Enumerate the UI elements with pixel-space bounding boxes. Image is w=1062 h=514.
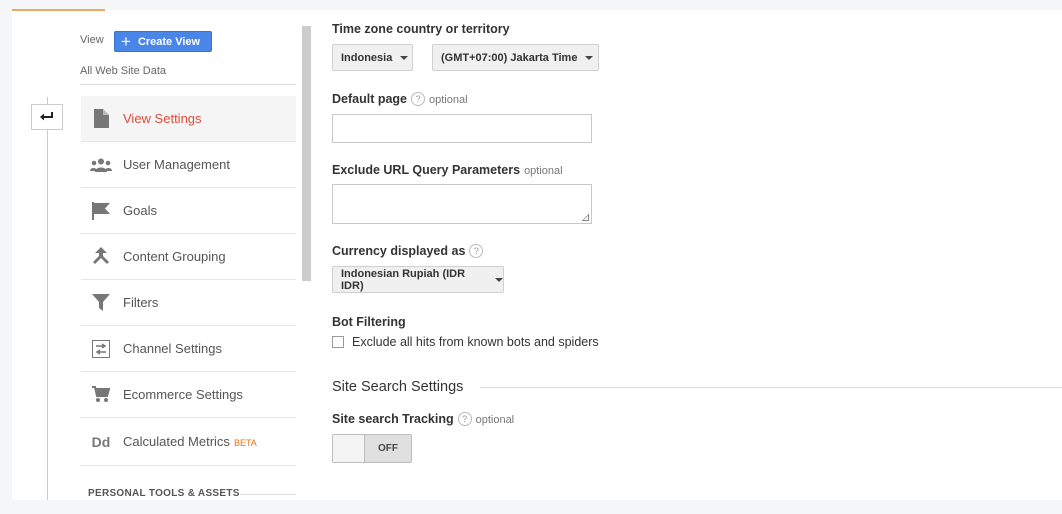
- currency-label-text: Currency displayed as: [332, 244, 466, 258]
- exclude-params-textarea[interactable]: [332, 184, 592, 224]
- sidebar-item-content-grouping[interactable]: Content Grouping: [81, 234, 296, 280]
- plus-icon: +: [121, 32, 131, 51]
- divider: [240, 494, 296, 495]
- bot-filtering-checkbox[interactable]: [332, 336, 344, 348]
- create-view-button[interactable]: + Create View: [114, 31, 212, 52]
- channel-icon: [81, 339, 121, 358]
- sidebar-item-label: View Settings: [123, 111, 202, 126]
- toggle-knob: [333, 435, 365, 462]
- sidebar-item-label: Ecommerce Settings: [123, 387, 243, 402]
- exclude-params-label: Exclude URL Query Parameters optional: [332, 163, 563, 177]
- create-view-label: Create View: [137, 35, 201, 48]
- currency-select-value: Indonesian Rupiah (IDR IDR): [341, 267, 466, 292]
- sidebar-item-filters[interactable]: Filters: [81, 280, 296, 326]
- users-icon: [81, 158, 121, 172]
- sidebar-item-goals[interactable]: Goals: [81, 188, 296, 234]
- site-search-section-title: Site Search Settings: [332, 379, 464, 395]
- back-button[interactable]: [31, 104, 63, 130]
- exclude-params-label-text: Exclude URL Query Parameters: [332, 163, 521, 177]
- sidebar-item-label: User Management: [123, 157, 230, 172]
- timezone-select[interactable]: (GMT+07:00) Jakarta Time: [432, 44, 599, 71]
- cart-icon: [81, 386, 121, 403]
- sidebar-item-calculated-metrics[interactable]: Dd Calculated Metrics BETA: [81, 418, 296, 466]
- view-label: View: [80, 34, 104, 46]
- divider: [480, 387, 1062, 388]
- help-icon[interactable]: ?: [411, 91, 426, 106]
- dd-icon: Dd: [91, 433, 111, 450]
- sidebar-item-ecommerce-settings[interactable]: Ecommerce Settings: [81, 372, 296, 418]
- chevron-down-icon: [400, 55, 409, 60]
- sidebar-item-user-management[interactable]: User Management: [81, 142, 296, 188]
- sidebar-item-label: Filters: [123, 295, 159, 310]
- default-page-label-text: Default page: [332, 92, 408, 106]
- help-icon[interactable]: ?: [457, 411, 472, 426]
- timezone-select-value: (GMT+07:00) Jakarta Time: [441, 51, 578, 64]
- help-icon[interactable]: ?: [469, 243, 484, 258]
- beta-badge: BETA: [233, 438, 257, 448]
- active-tab-indicator: [12, 9, 105, 11]
- view-selector[interactable]: All Web Site Data: [80, 65, 166, 77]
- site-search-tracking-label-text: Site search Tracking: [332, 412, 454, 426]
- document-icon: [81, 109, 121, 128]
- filter-icon: [81, 294, 121, 311]
- bot-filtering-label: Bot Filtering: [332, 315, 406, 329]
- chevron-down-icon: [495, 277, 503, 282]
- sidebar-item-channel-settings[interactable]: Channel Settings: [81, 326, 296, 372]
- bot-filtering-checkbox-label[interactable]: Exclude all hits from known bots and spi…: [352, 335, 599, 349]
- country-select[interactable]: Indonesia: [332, 44, 413, 71]
- timezone-label: Time zone country or territory: [332, 22, 510, 36]
- sidebar-item-label: Content Grouping: [123, 249, 226, 264]
- site-search-tracking-label: Site search Tracking? optional: [332, 411, 515, 427]
- toggle-state-label: OFF: [378, 443, 398, 454]
- section-label-personal-tools: PERSONAL TOOLS & ASSETS: [88, 488, 240, 499]
- grouping-icon: [81, 247, 121, 266]
- default-page-label: Default page? optional: [332, 91, 468, 107]
- optional-tag: optional: [429, 94, 468, 106]
- optional-tag: optional: [475, 414, 515, 426]
- divider: [80, 84, 296, 85]
- default-page-input[interactable]: [332, 114, 592, 143]
- sidebar-item-label: Channel Settings: [123, 341, 223, 356]
- country-select-value: Indonesia: [341, 51, 393, 64]
- sidebar-rail: [47, 97, 48, 500]
- flag-icon: [81, 201, 121, 220]
- sidebar-item-view-settings[interactable]: View Settings: [81, 96, 296, 142]
- sidebar-item-label: Goals: [123, 203, 157, 218]
- currency-label: Currency displayed as?: [332, 243, 484, 259]
- sidebar-item-label: Calculated Metrics BETA: [123, 434, 257, 449]
- sidebar-nav: View Settings User Management Goals Cont…: [81, 96, 296, 466]
- sidebar-item-text: Calculated Metrics: [123, 434, 230, 449]
- chevron-down-icon: [585, 55, 594, 60]
- currency-select[interactable]: Indonesian Rupiah (IDR IDR): [332, 266, 504, 293]
- scrollbar[interactable]: [302, 26, 311, 281]
- site-search-toggle[interactable]: OFF: [332, 434, 412, 463]
- optional-tag: optional: [524, 165, 563, 177]
- resize-handle-icon[interactable]: [582, 214, 589, 221]
- back-arrow-icon: [40, 112, 53, 121]
